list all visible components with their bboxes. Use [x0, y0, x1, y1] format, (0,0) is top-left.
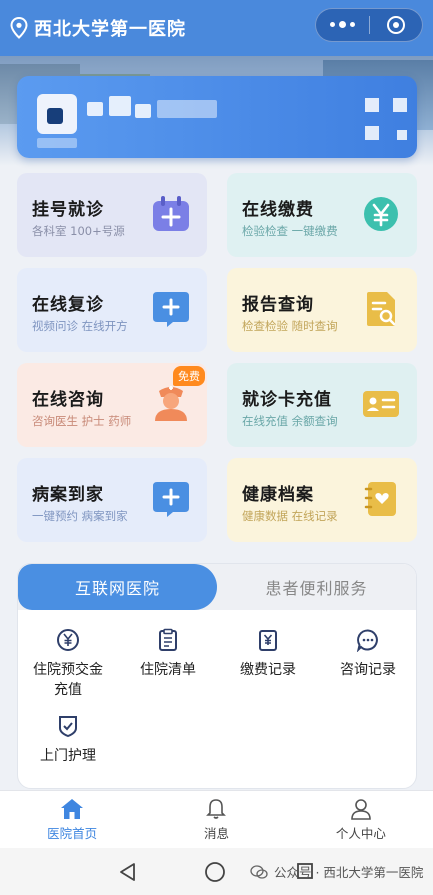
service-subtitle: 视频问诊 在线开方	[32, 319, 128, 333]
chat-plus-icon	[153, 482, 189, 517]
health-book-icon	[364, 482, 396, 516]
grid-item-label: 住院清单	[140, 662, 196, 678]
payment-receipt-icon	[259, 630, 277, 651]
id-card-icon	[363, 391, 399, 417]
tab-patient-services[interactable]: 患者便利服务	[217, 564, 416, 610]
grid-item-inpatient-deposit[interactable]: 住院预交金 充值	[18, 628, 118, 700]
tab-bar: 互联网医院 患者便利服务	[18, 564, 416, 610]
patient-card[interactable]	[17, 76, 417, 158]
service-subtitle: 健康数据 在线记录	[242, 509, 338, 523]
grid-item-label: 缴费记录	[240, 662, 296, 678]
clipboard-list-icon	[159, 628, 177, 651]
home-icon	[61, 798, 84, 819]
service-online-consult[interactable]: 免费 在线咨询 咨询医生 护士 药师	[17, 363, 207, 447]
nav-label: 个人中心	[335, 825, 386, 841]
panel-grid: 住院预交金 充值 住院清单 缴费记录 咨询记录 上门护理	[18, 610, 416, 788]
yen-circle-icon	[57, 629, 79, 651]
service-title: 健康档案	[242, 485, 314, 505]
service-subtitle: 各科室 100+号源	[32, 224, 125, 238]
yen-coin-icon	[364, 197, 398, 231]
close-miniapp-icon[interactable]	[369, 16, 422, 34]
service-title: 报告查询	[242, 295, 314, 315]
service-subtitle: 一键预约 病案到家	[32, 509, 128, 523]
service-medical-record[interactable]: 病案到家 一键预约 病案到家	[17, 458, 207, 542]
nav-label: 消息	[203, 825, 229, 841]
patient-avatar	[37, 94, 77, 134]
nurse-icon	[155, 386, 187, 421]
report-search-icon	[367, 292, 396, 326]
nav-messages[interactable]: 消息	[144, 791, 288, 848]
grid-item-label: 住院预交金 充值	[33, 662, 103, 698]
service-title: 在线复诊	[32, 295, 104, 315]
miniapp-capsule	[315, 8, 423, 42]
location-pin-icon[interactable]	[10, 17, 28, 39]
calendar-plus-icon	[153, 196, 189, 231]
qr-code-icon[interactable]	[365, 98, 407, 140]
service-health-file[interactable]: 健康档案 健康数据 在线记录	[227, 458, 417, 542]
service-title: 就诊卡充值	[242, 390, 332, 410]
grid-item-inpatient-list[interactable]: 住院清单	[118, 628, 218, 680]
watermark: 公众号 · 西北大学第一医院	[250, 862, 423, 881]
more-menu-icon[interactable]	[316, 21, 369, 28]
service-title: 病案到家	[32, 485, 104, 505]
watermark-text: 公众号 · 西北大学第一医院	[274, 865, 424, 880]
service-title: 在线缴费	[242, 200, 314, 220]
service-subtitle: 检验检查 一键缴费	[242, 224, 338, 238]
shield-check-icon	[59, 716, 77, 738]
hospital-title: 西北大学第一医院	[34, 19, 186, 40]
service-revisit[interactable]: 在线复诊 视频问诊 在线开方	[17, 268, 207, 352]
grid-item-consult-records[interactable]: 咨询记录	[318, 628, 416, 680]
grid-item-label: 咨询记录	[340, 662, 396, 678]
chat-bubble-icon	[356, 629, 378, 652]
service-title: 挂号就诊	[32, 200, 104, 220]
service-panel: 互联网医院 患者便利服务 住院预交金 充值 住院清单 缴费记录 咨询记录 上门护…	[17, 563, 417, 789]
nav-profile[interactable]: 个人中心	[289, 791, 433, 848]
top-header: 西北大学第一医院	[0, 0, 433, 56]
service-subtitle: 在线充值 余额查询	[242, 414, 338, 428]
service-card-recharge[interactable]: 就诊卡充值 在线充值 余额查询	[227, 363, 417, 447]
wechat-icon	[250, 864, 268, 879]
user-icon	[351, 798, 371, 820]
bell-icon	[206, 798, 227, 819]
bottom-nav: 医院首页 消息 个人中心	[0, 790, 433, 848]
back-icon[interactable]	[118, 862, 138, 882]
service-register[interactable]: 挂号就诊 各科室 100+号源	[17, 173, 207, 257]
service-subtitle: 检查检验 随时查询	[242, 319, 338, 333]
nav-home[interactable]: 医院首页	[0, 791, 144, 848]
grid-item-payment-records[interactable]: 缴费记录	[218, 628, 318, 680]
system-nav-bar: 公众号 · 西北大学第一医院	[0, 848, 433, 895]
tab-internet-hospital[interactable]: 互联网医院	[18, 564, 217, 610]
nav-label: 医院首页	[47, 825, 98, 841]
chat-plus-icon	[153, 292, 189, 327]
service-online-payment[interactable]: 在线缴费 检验检查 一键缴费	[227, 173, 417, 257]
grid-item-home-nursing[interactable]: 上门护理	[18, 714, 118, 766]
service-title: 在线咨询	[32, 390, 104, 410]
service-report-query[interactable]: 报告查询 检查检验 随时查询	[227, 268, 417, 352]
service-subtitle: 咨询医生 护士 药师	[32, 414, 132, 428]
grid-item-label: 上门护理	[40, 748, 96, 764]
home-circle-icon[interactable]	[204, 861, 226, 883]
